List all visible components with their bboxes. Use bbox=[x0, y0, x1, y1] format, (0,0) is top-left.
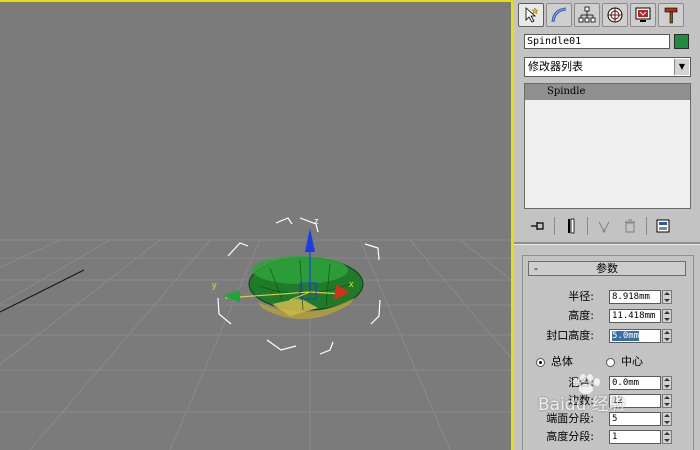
modifier-list-label: 修改器列表 bbox=[528, 60, 583, 73]
cap-height-row: 封口高度: 5.0mm bbox=[514, 329, 700, 343]
radius-label: 半径: bbox=[568, 290, 594, 303]
blend-mode-radio-group: 总体 中心 bbox=[514, 355, 700, 369]
modify-tab[interactable] bbox=[546, 3, 572, 27]
pin-stack-icon[interactable] bbox=[528, 217, 548, 235]
watermark-text: Baidu 经验 bbox=[538, 395, 626, 415]
perspective-viewport[interactable]: z y x bbox=[0, 0, 514, 450]
cap-height-spinner[interactable] bbox=[662, 329, 672, 343]
create-tab[interactable] bbox=[518, 3, 544, 27]
height-input[interactable]: 11.418mm bbox=[609, 309, 661, 323]
height-row: 高度: 11.418mm bbox=[514, 309, 700, 323]
show-end-result-icon[interactable] bbox=[561, 217, 581, 235]
cap-height-input[interactable]: 5.0mm bbox=[609, 329, 661, 343]
y-axis-arrow[interactable] bbox=[222, 290, 240, 302]
display-tab[interactable] bbox=[630, 3, 656, 27]
radius-spinner[interactable] bbox=[662, 290, 672, 304]
y-axis-label: y bbox=[212, 280, 217, 290]
x-axis-label: x bbox=[349, 279, 354, 289]
motion-wheel-icon bbox=[607, 7, 623, 23]
center-radio-label: 中心 bbox=[621, 355, 643, 368]
center-radio[interactable]: 中心 bbox=[606, 355, 643, 369]
hammer-icon bbox=[664, 7, 678, 24]
spindle-object[interactable] bbox=[248, 256, 364, 320]
utilities-tab[interactable] bbox=[658, 3, 684, 27]
radius-input[interactable]: 8.918mm bbox=[609, 290, 661, 304]
z-axis-label: z bbox=[314, 216, 319, 226]
watermark: Baidu 经验 bbox=[538, 374, 658, 418]
monitor-icon bbox=[635, 7, 651, 22]
blend-spinner[interactable] bbox=[662, 376, 672, 390]
rollout-title: 参数 bbox=[596, 262, 618, 275]
overall-radio[interactable]: 总体 bbox=[536, 355, 573, 369]
stack-toolbar-divider bbox=[554, 217, 555, 235]
height-segments-spinner[interactable] bbox=[662, 430, 672, 444]
cursor-star-icon bbox=[525, 7, 539, 23]
height-segments-row: 高度分段: 1 bbox=[514, 430, 700, 444]
height-label: 高度: bbox=[568, 309, 594, 322]
stack-toolbar bbox=[528, 216, 694, 236]
cap-height-value: 5.0mm bbox=[612, 331, 640, 341]
object-name-field[interactable]: Spindle01 bbox=[524, 34, 670, 49]
cap-height-label: 封口高度: bbox=[546, 329, 594, 342]
modifier-list-dropdown[interactable]: 修改器列表 ▼ bbox=[524, 57, 691, 77]
object-color-swatch[interactable] bbox=[674, 34, 689, 49]
overall-radio-label: 总体 bbox=[551, 355, 573, 368]
panel-divider bbox=[514, 242, 700, 245]
modifier-stack[interactable]: Spindle bbox=[524, 83, 691, 209]
motion-tab[interactable] bbox=[602, 3, 628, 27]
height-spinner[interactable] bbox=[662, 309, 672, 323]
radius-row: 半径: 8.918mm bbox=[514, 290, 700, 304]
stack-toolbar-divider bbox=[587, 217, 588, 235]
3dsmax-window: z y x Spindle01 修改器列表 ▼ Spindle - 参数 半径:… bbox=[0, 0, 700, 450]
height-segments-input[interactable]: 1 bbox=[609, 430, 661, 444]
grid-axis-line bbox=[0, 269, 85, 313]
overall-radio-dot bbox=[536, 357, 545, 367]
hierarchy-tab[interactable] bbox=[574, 3, 600, 27]
dropdown-arrow-icon[interactable]: ▼ bbox=[674, 59, 689, 75]
configure-modifier-sets-icon[interactable] bbox=[653, 217, 673, 235]
sides-spinner[interactable] bbox=[662, 394, 672, 408]
center-radio-dot bbox=[606, 357, 615, 367]
cap-segments-spinner[interactable] bbox=[662, 412, 672, 426]
stack-item-spindle[interactable]: Spindle bbox=[525, 84, 690, 100]
stack-toolbar-divider bbox=[646, 217, 647, 235]
bend-arc-icon bbox=[551, 7, 567, 23]
viewport-canvas[interactable]: z y x bbox=[0, 2, 511, 450]
hierarchy-tree-icon bbox=[578, 6, 596, 23]
height-segments-label: 高度分段: bbox=[546, 430, 594, 443]
remove-modifier-icon[interactable] bbox=[620, 217, 640, 235]
parameters-rollout-header[interactable]: - 参数 bbox=[528, 261, 686, 276]
command-panel-tabs bbox=[518, 3, 684, 29]
make-unique-icon[interactable] bbox=[594, 217, 614, 235]
